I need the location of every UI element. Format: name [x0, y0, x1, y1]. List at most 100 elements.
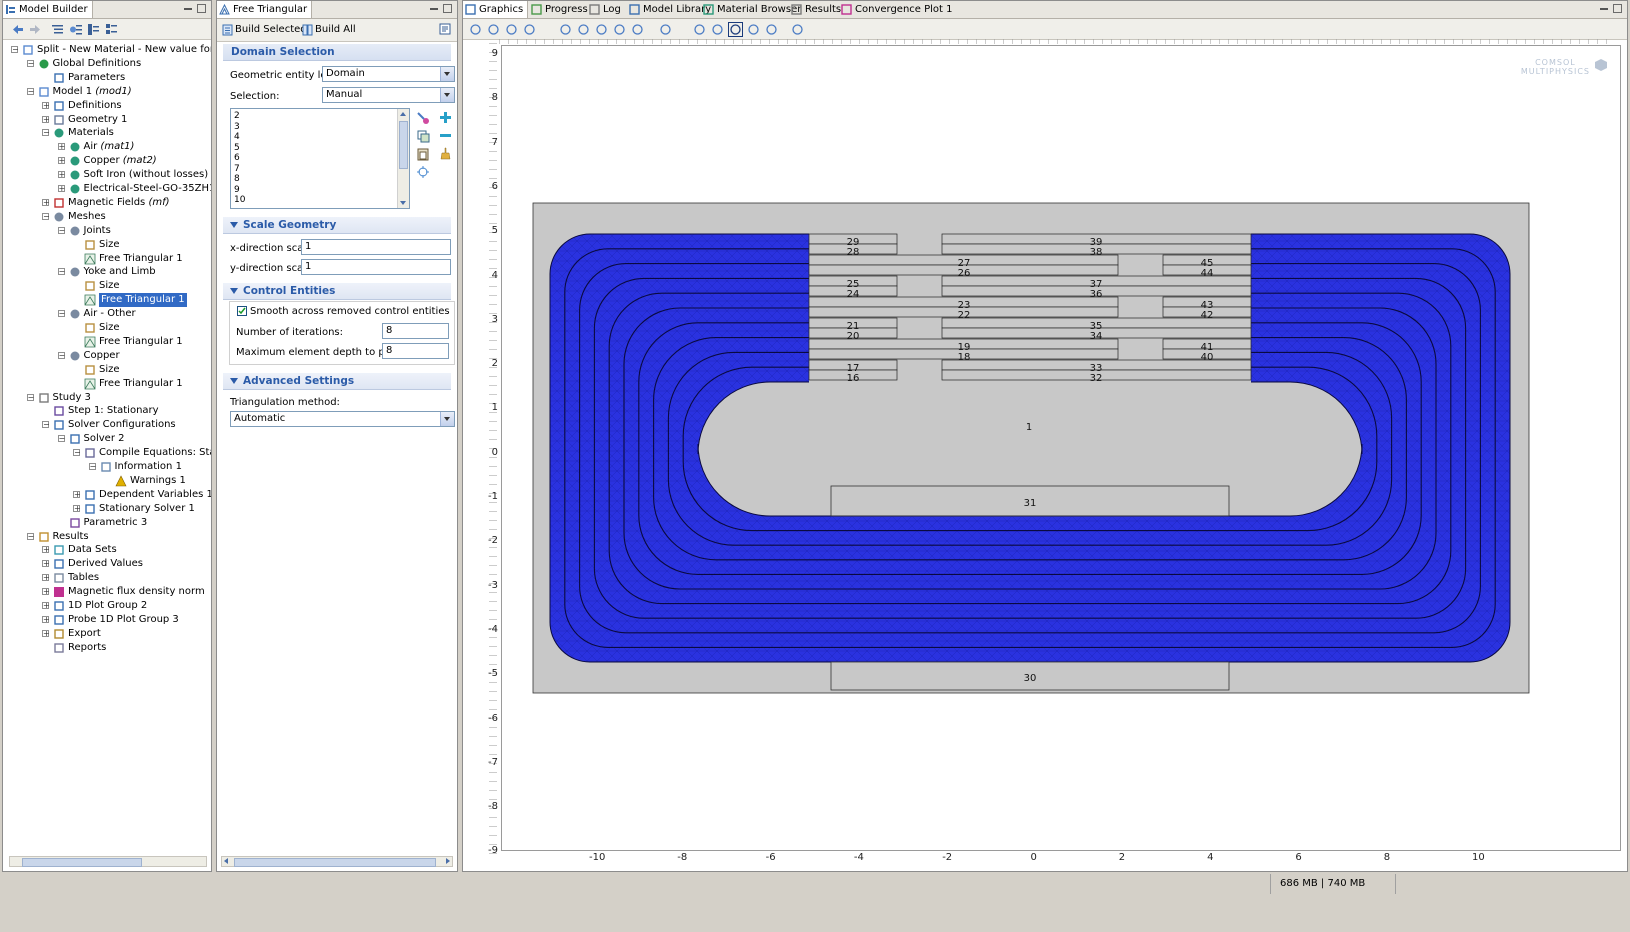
tree-item[interactable]: − Study 3: [3, 391, 211, 405]
control-entities-header[interactable]: Control Entities: [223, 283, 451, 300]
tree-item[interactable]: − Information 1: [3, 460, 211, 474]
zoom-to-selection-icon[interactable]: [416, 165, 430, 179]
zoom-box-icon[interactable]: [595, 23, 608, 36]
expand-toggle-icon[interactable]: +: [42, 629, 50, 637]
scroll-thumb[interactable]: [22, 858, 142, 867]
collapse-toggle-icon[interactable]: −: [88, 463, 96, 471]
domain-list-item[interactable]: 8: [234, 174, 240, 184]
tab-log[interactable]: Log: [587, 1, 625, 18]
domain-list-item[interactable]: 10: [234, 195, 245, 205]
domain-list-item[interactable]: 7: [234, 164, 240, 174]
select-points-icon[interactable]: [765, 23, 778, 36]
expand-toggle-icon[interactable]: +: [73, 504, 81, 512]
minimize-button[interactable]: [184, 4, 193, 13]
settings-hscrollbar[interactable]: [221, 856, 453, 867]
domain-list-item[interactable]: 3: [234, 122, 240, 132]
visibility-icon[interactable]: [487, 23, 500, 36]
select-domains-icon[interactable]: [728, 22, 743, 37]
tree-item[interactable]: Size: [3, 321, 211, 335]
tree-item[interactable]: Size: [3, 238, 211, 252]
copy-selection-icon[interactable]: [416, 129, 430, 143]
zoom-out-icon[interactable]: [577, 23, 590, 36]
collapse-toggle-icon[interactable]: −: [42, 129, 50, 137]
domain-list[interactable]: 2 3 4 5 6 7 8 9 10: [230, 108, 410, 209]
entity-level-select[interactable]: Domain: [322, 66, 455, 82]
tree-item[interactable]: − Model 1 (mod1): [3, 85, 211, 99]
tab-graphics[interactable]: Graphics: [463, 1, 529, 18]
maximize-button[interactable]: [197, 4, 206, 13]
collapse-toggle-icon[interactable]: −: [11, 46, 19, 54]
collapse-toggle-icon[interactable]: −: [26, 532, 34, 540]
domain-list-item[interactable]: 9: [234, 185, 240, 195]
tree-item[interactable]: + Dependent Variables 1: [3, 488, 211, 502]
back-arrow-icon[interactable]: [11, 23, 24, 36]
expand-toggle-icon[interactable]: +: [57, 157, 65, 165]
tree-item[interactable]: Free Triangular 1: [3, 335, 211, 349]
model-tree-hscrollbar[interactable]: [9, 856, 207, 867]
collapse-toggle-icon[interactable]: −: [57, 310, 65, 318]
zoom-extents-icon[interactable]: [613, 23, 626, 36]
expand-toggle-icon[interactable]: +: [57, 171, 65, 179]
tree-item[interactable]: − Solver 2: [3, 432, 211, 446]
tree-item[interactable]: + Geometry 1: [3, 113, 211, 127]
tree-item[interactable]: + Data Sets: [3, 543, 211, 557]
view-menu-icon[interactable]: [523, 23, 536, 36]
tree-item[interactable]: Reports: [3, 641, 211, 655]
collapse-toggle-icon[interactable]: −: [57, 226, 65, 234]
tree-item[interactable]: + Copper (mat2): [3, 154, 211, 168]
tree-item[interactable]: Free Triangular 1: [3, 293, 211, 308]
select-boundaries-icon[interactable]: [747, 23, 760, 36]
expand-toggle-icon[interactable]: +: [42, 101, 50, 109]
tree-item[interactable]: − Air - Other: [3, 307, 211, 321]
tree-item[interactable]: + Definitions: [3, 99, 211, 113]
domain-selection-header[interactable]: Domain Selection: [223, 44, 451, 61]
expand-toggle-icon[interactable]: +: [57, 185, 65, 193]
tree-item[interactable]: − Split - New Material - New value for pa…: [3, 43, 211, 57]
selection-dropdown-arrow[interactable]: [440, 88, 454, 102]
tree-item[interactable]: + Export: [3, 627, 211, 641]
expand-toggle-icon[interactable]: +: [42, 574, 50, 582]
geometry-view[interactable]: 2928393827264544252437362322434221203534…: [502, 46, 1620, 850]
tab-free-triangular[interactable]: Free Triangular: [217, 1, 313, 18]
scroll-down-arrow[interactable]: [400, 201, 406, 205]
tree-item[interactable]: + Derived Values: [3, 557, 211, 571]
scroll-left-arrow[interactable]: [224, 858, 228, 864]
tree-show-icon[interactable]: [51, 23, 64, 36]
collapse-toggle-icon[interactable]: −: [57, 351, 65, 359]
tree-item[interactable]: Free Triangular 1: [3, 252, 211, 266]
tree-item[interactable]: Parameters: [3, 71, 211, 85]
tree-item[interactable]: − Materials: [3, 126, 211, 140]
expand-toggle-icon[interactable]: +: [42, 198, 50, 206]
expand-toggle-icon[interactable]: +: [42, 560, 50, 568]
domain-list-item[interactable]: 6: [234, 153, 240, 163]
scroll-right-arrow[interactable]: [446, 858, 450, 864]
tree-item[interactable]: − Joints: [3, 224, 211, 238]
settings-maximize-button[interactable]: [443, 4, 452, 13]
advanced-settings-header[interactable]: Advanced Settings: [223, 373, 451, 390]
clear-selection-icon[interactable]: [439, 147, 452, 160]
x-scale-input[interactable]: 1: [301, 239, 451, 255]
tree-item[interactable]: − Meshes: [3, 210, 211, 224]
add-selection-icon[interactable]: [439, 111, 452, 124]
tree-item[interactable]: − Copper: [3, 349, 211, 363]
expand-toggle-icon[interactable]: +: [57, 143, 65, 151]
tree-item[interactable]: + Soft Iron (without losses) (mat: [3, 168, 211, 182]
collapse-toggle-icon[interactable]: −: [26, 87, 34, 95]
tree-item[interactable]: + Magnetic Fields (mf): [3, 196, 211, 210]
tree-item[interactable]: − Global Definitions: [3, 57, 211, 71]
scroll-up-arrow[interactable]: [400, 112, 406, 116]
rotate-icon[interactable]: [505, 23, 518, 36]
tree-item[interactable]: Warnings 1: [3, 474, 211, 488]
entity-level-dropdown-arrow[interactable]: [440, 67, 454, 81]
tree-item[interactable]: + Air (mat1): [3, 140, 211, 154]
domain-list-item[interactable]: 4: [234, 132, 240, 142]
screenshot-icon[interactable]: [791, 23, 804, 36]
scale-geometry-header[interactable]: Scale Geometry: [223, 217, 451, 234]
tree-item[interactable]: − Yoke and Limb: [3, 265, 211, 279]
graphics-minimize-button[interactable]: [1600, 4, 1609, 13]
transparency-icon[interactable]: [693, 23, 706, 36]
expand-toggle-icon[interactable]: +: [73, 490, 81, 498]
paste-selection-icon[interactable]: [416, 147, 430, 161]
collapse-toggle-icon[interactable]: −: [26, 393, 34, 401]
tab-results[interactable]: Results: [789, 1, 845, 18]
